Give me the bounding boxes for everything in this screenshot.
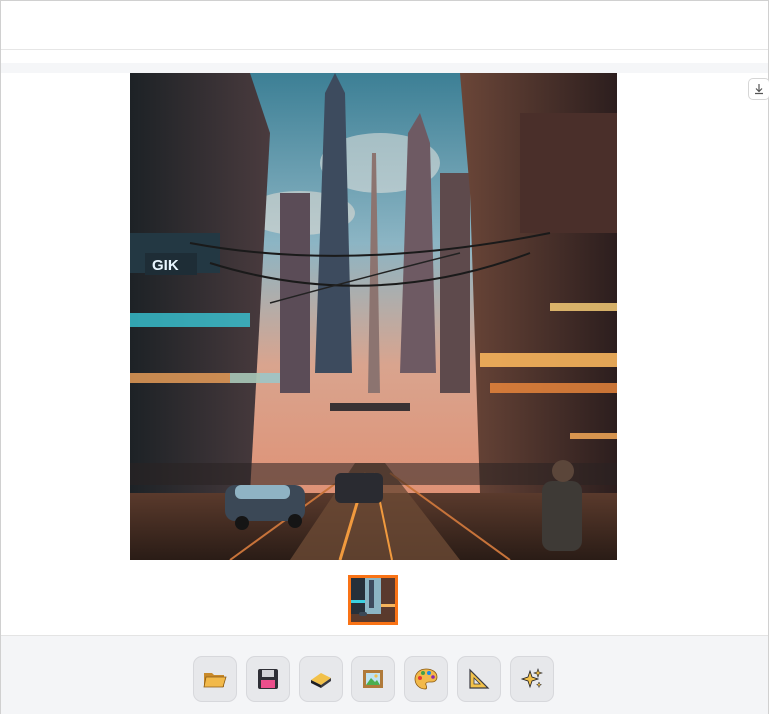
generated-image[interactable]: GIK [130, 73, 617, 560]
image-thumbnail[interactable] [348, 575, 398, 625]
triangle-ruler-icon [469, 668, 490, 689]
eraser-button[interactable] [299, 656, 343, 702]
download-icon [755, 84, 763, 95]
open-folder-button[interactable] [193, 656, 237, 702]
download-button[interactable] [748, 78, 769, 100]
framed-picture-icon [363, 670, 383, 688]
folder-icon [203, 673, 227, 688]
palette-button[interactable] [404, 656, 448, 702]
top-bar [1, 1, 768, 50]
enhance-button[interactable] [510, 656, 554, 702]
image-button[interactable] [351, 656, 395, 702]
ruler-button[interactable] [457, 656, 501, 702]
bottom-toolbar [1, 635, 768, 714]
sign-text: GIK [152, 257, 179, 274]
gallery-panel: GIK [1, 73, 769, 635]
palette-icon [414, 668, 438, 690]
save-button[interactable] [246, 656, 290, 702]
sparkles-icon [520, 668, 543, 689]
floppy-disk-icon [258, 669, 278, 689]
divider-strip [1, 63, 768, 73]
eraser-icon [311, 673, 331, 688]
app-window: GIK [0, 0, 769, 714]
